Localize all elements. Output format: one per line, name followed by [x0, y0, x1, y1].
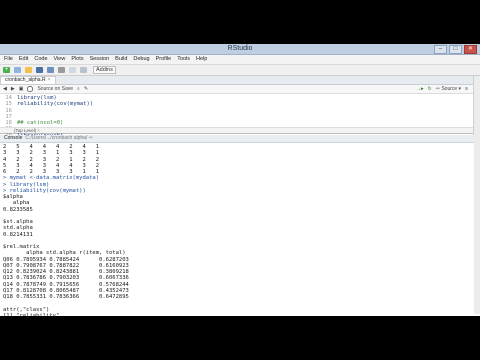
editor-status-bar[interactable]: (Top Level) ÷	[0, 127, 474, 133]
menu-item-plots[interactable]: Plots	[71, 55, 83, 64]
menu-item-build[interactable]: Build	[115, 55, 127, 64]
editor-tab-bar: cronbach_alpha.R ×	[0, 76, 474, 85]
minimize-button[interactable]: –	[434, 45, 447, 54]
source-on-save-label: Source on Save	[37, 86, 74, 92]
menu-item-tools[interactable]: Tools	[177, 55, 190, 64]
editor-toolbar: ◀ ▶ ▣ Source on Save ⌕ ✎ →▸ ↻ ⇨ Source ▾…	[0, 85, 474, 94]
grid-icon[interactable]	[80, 67, 87, 73]
vertical-scrollbar[interactable]	[473, 76, 480, 314]
window-title: RStudio	[227, 45, 253, 52]
editor-menu-icon[interactable]: ≡	[465, 86, 468, 92]
main-toolbar: + Addins	[0, 65, 480, 76]
editor-tab[interactable]: cronbach_alpha.R ×	[0, 76, 56, 84]
console-pane: Console C:/Users/.../cronbach alpha/ ⇨ 2…	[0, 135, 474, 316]
forward-icon[interactable]: ▶	[11, 86, 15, 92]
save-icon[interactable]: ▣	[19, 86, 24, 92]
source-on-save-checkbox[interactable]	[27, 86, 34, 92]
close-button[interactable]: ✕	[464, 45, 477, 54]
search-icon[interactable]: ⌕	[77, 86, 80, 92]
menu-item-edit[interactable]: Edit	[19, 55, 28, 64]
back-icon[interactable]: ◀	[3, 86, 7, 92]
console-path: C:/Users/.../cronbach alpha/ ⇨	[25, 135, 93, 141]
source-button[interactable]: ⇨ Source ▾	[436, 86, 461, 92]
console-output-line: [1] "reliability"	[3, 312, 60, 316]
menu-item-session[interactable]: Session	[90, 55, 110, 64]
source-button-label: Source	[441, 86, 458, 92]
menu-item-help[interactable]: Help	[196, 55, 207, 64]
print-icon[interactable]	[58, 67, 65, 73]
save-icon[interactable]	[36, 67, 43, 73]
menu-item-debug[interactable]: Debug	[133, 55, 149, 64]
open-folder-icon[interactable]	[25, 67, 32, 73]
close-tab-icon[interactable]: ×	[48, 77, 51, 84]
menu-item-profile[interactable]: Profile	[156, 55, 172, 64]
title-bar: RStudio – □ ✕	[0, 44, 480, 55]
run-button[interactable]: →▸	[416, 86, 424, 92]
code-text: reliability(cov(mymat))	[17, 101, 94, 108]
new-file-icon[interactable]: +	[3, 67, 10, 73]
editor-tab-label: cronbach_alpha.R	[5, 77, 46, 83]
wand-icon[interactable]: ✎	[84, 86, 88, 92]
rstudio-window: RStudio – □ ✕ File Edit Code View Plots Sessi…	[0, 44, 480, 316]
menu-bar: File Edit Code View Plots Session Build Debug Pr…	[0, 55, 480, 65]
menu-item-code[interactable]: Code	[34, 55, 47, 64]
save-all-icon[interactable]	[47, 67, 54, 73]
maximize-button[interactable]: □	[449, 45, 462, 54]
source-editor: cronbach_alpha.R × ◀ ▶ ▣ Source on Save …	[0, 76, 474, 151]
goto-file-icon[interactable]	[69, 67, 76, 73]
rerun-icon[interactable]: ↻	[428, 86, 432, 92]
menu-item-view[interactable]: View	[54, 55, 66, 64]
console-header: Console C:/Users/.../cronbach alpha/ ⇨	[0, 135, 474, 143]
addins-dropdown[interactable]: Addins	[93, 66, 116, 74]
code-text: ## cat(ncol=0)	[17, 120, 64, 127]
console-title[interactable]: Console	[4, 135, 22, 142]
console-output[interactable]: 2 5 4 4 4 2 4 13 3 2 3 1 3 3 14 2 2 3 2 …	[0, 143, 474, 316]
new-project-icon[interactable]	[14, 67, 21, 73]
menu-item-file[interactable]: File	[4, 55, 13, 64]
